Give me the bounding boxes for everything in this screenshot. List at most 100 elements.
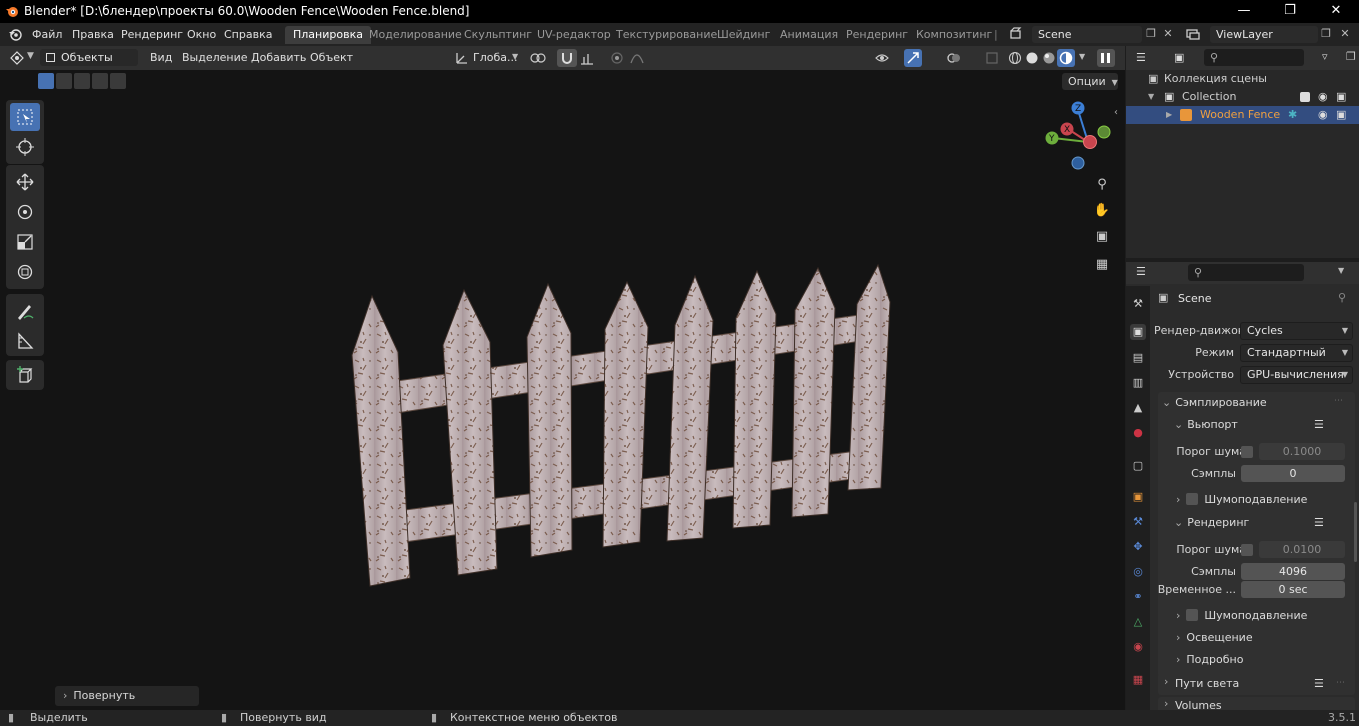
new-view-layer-icon[interactable]: ❐: [1318, 26, 1334, 42]
pause-render-button[interactable]: [1097, 49, 1115, 67]
view-layer-field[interactable]: ViewLayer: [1210, 26, 1318, 43]
xray-icon[interactable]: [985, 51, 999, 65]
tab-sculpting[interactable]: Скульптинг: [456, 26, 540, 44]
proportional-edit-icon[interactable]: [610, 51, 624, 65]
outliner-row-scene-collection[interactable]: ▣ Коллекция сцены: [1126, 70, 1359, 88]
render-samples-field[interactable]: 4096: [1241, 563, 1345, 580]
add-cube-tool[interactable]: [10, 361, 40, 389]
tab-modeling[interactable]: Моделирование: [361, 26, 470, 44]
axis-neg-y-icon[interactable]: [1097, 125, 1111, 139]
maximize-button[interactable]: ❐: [1279, 2, 1301, 20]
outliner-search-input[interactable]: ⚲: [1204, 49, 1304, 66]
3d-viewport[interactable]: Z Y X ⚲ ✋ ▣ ▦ ‹: [0, 70, 1125, 710]
mode-dropdown[interactable]: Объекты: [40, 49, 138, 66]
falloff-icon[interactable]: [630, 51, 644, 65]
render-subpanel-header[interactable]: ⌄ Рендеринг: [1174, 513, 1249, 533]
material-tab-icon[interactable]: ◉: [1130, 639, 1146, 655]
data-tab-icon[interactable]: △: [1130, 614, 1146, 630]
select-subtract-icon[interactable]: [74, 73, 90, 89]
gizmo-toggle[interactable]: [904, 49, 922, 67]
view-layer-icon[interactable]: [1186, 27, 1200, 41]
drag-handle-icon[interactable]: ⋯: [1334, 396, 1343, 406]
select-intersect-icon[interactable]: [110, 73, 126, 89]
move-tool[interactable]: [10, 168, 40, 196]
exclude-checkbox[interactable]: [1300, 92, 1310, 102]
transform-orientation-icon[interactable]: [455, 51, 469, 65]
pan-hand-icon[interactable]: ✋: [1091, 200, 1113, 222]
menu-file[interactable]: Файл: [32, 28, 62, 41]
select-invert-icon[interactable]: [92, 73, 108, 89]
menu-add[interactable]: Добавить: [251, 51, 306, 64]
chevron-down-icon[interactable]: ▼: [1338, 266, 1344, 275]
properties-search-input[interactable]: ⚲: [1188, 264, 1304, 281]
menu-view[interactable]: Вид: [150, 51, 172, 64]
tab-texture-paint[interactable]: Текстурирование: [608, 26, 725, 44]
eye-icon[interactable]: ◉: [1318, 106, 1328, 124]
minimize-button[interactable]: —: [1233, 2, 1255, 20]
select-extend-icon[interactable]: [56, 73, 72, 89]
shading-rendered-toggle[interactable]: [1057, 49, 1075, 67]
cursor-tool[interactable]: [10, 133, 40, 161]
pin-icon[interactable]: ⚲: [1338, 291, 1346, 304]
properties-editor-icon[interactable]: ☰: [1136, 265, 1146, 278]
tool-tab-icon[interactable]: ⚒: [1130, 296, 1146, 312]
world-tab-icon[interactable]: ●: [1130, 425, 1146, 441]
advanced-subpanel-header[interactable]: › Подробно: [1176, 650, 1243, 670]
display-mode-icon[interactable]: ▣: [1174, 51, 1184, 64]
delete-view-layer-icon[interactable]: ✕: [1337, 26, 1353, 42]
viewport-adaptive-checkbox[interactable]: [1241, 446, 1253, 458]
zoom-icon[interactable]: ⚲: [1091, 174, 1113, 196]
device-dropdown[interactable]: GPU-вычисления ▼: [1240, 366, 1353, 384]
outliner-row-collection[interactable]: ▼ ▣ Collection ◉ ▣: [1126, 88, 1359, 106]
constraints-tab-icon[interactable]: ⚭: [1130, 589, 1146, 605]
snap-toggle[interactable]: [557, 49, 577, 67]
tab-rendering[interactable]: Рендеринг: [838, 26, 916, 44]
modifier-tab-icon[interactable]: ⚒: [1130, 514, 1146, 530]
presets-list-icon[interactable]: ☰: [1314, 677, 1324, 690]
scale-tool[interactable]: [10, 228, 40, 256]
sidebar-toggle-chevron-icon[interactable]: ‹: [1114, 107, 1118, 118]
axis-neg-x-icon[interactable]: [1083, 135, 1097, 149]
scene-icon[interactable]: [1009, 27, 1023, 41]
filter-icon[interactable]: ▿: [1322, 50, 1328, 63]
render-engine-dropdown[interactable]: Cycles ▼: [1240, 322, 1353, 340]
render-noise-threshold-field[interactable]: 0.0100: [1259, 541, 1345, 558]
snap-target-icon[interactable]: [580, 51, 594, 65]
shading-wireframe-icon[interactable]: [1008, 51, 1022, 65]
sampling-header[interactable]: ⌄ Сэмплирование: [1162, 393, 1267, 413]
transform-tool[interactable]: [10, 258, 40, 286]
tab-uv-editing[interactable]: UV-редактор: [529, 26, 619, 44]
eye-icon[interactable]: ◉: [1318, 88, 1328, 106]
menu-render[interactable]: Рендеринг: [121, 28, 183, 41]
mode-dropdown[interactable]: Стандартный ▼: [1240, 344, 1353, 362]
menu-window[interactable]: Окно: [187, 28, 216, 41]
visibility-selector-icon[interactable]: [875, 51, 889, 65]
volumes-panel[interactable]: › Volumes: [1158, 697, 1355, 710]
menu-select[interactable]: Выделение: [182, 51, 248, 64]
editor-type-icon[interactable]: [10, 51, 24, 65]
properties-scrollbar[interactable]: [1354, 502, 1357, 562]
close-window-button[interactable]: ✕: [1325, 2, 1347, 20]
viewport-denoise-header[interactable]: › Шумоподавление: [1176, 490, 1307, 510]
menu-edit[interactable]: Правка: [72, 28, 114, 41]
outliner-row-wooden-fence[interactable]: ▶ Wooden Fence ✱ ◉ ▣: [1126, 106, 1359, 124]
shading-solid-icon[interactable]: [1025, 51, 1039, 65]
camera-icon[interactable]: ▣: [1336, 88, 1346, 106]
pivot-point-icon[interactable]: [530, 51, 546, 65]
output-tab-icon[interactable]: ▤: [1130, 350, 1146, 366]
scene-tab-icon[interactable]: ▲: [1130, 400, 1146, 416]
camera-icon[interactable]: ▣: [1336, 106, 1346, 124]
menu-help[interactable]: Справка: [224, 28, 272, 41]
viewport-denoise-checkbox[interactable]: [1186, 493, 1199, 505]
collection-tab-icon[interactable]: ▢: [1130, 458, 1146, 474]
viewport-noise-threshold-field[interactable]: 0.1000: [1259, 443, 1345, 460]
expand-chevron-icon[interactable]: ▶: [1166, 106, 1172, 124]
chevron-down-icon[interactable]: ▼: [1079, 52, 1085, 61]
view-layer-tab-icon[interactable]: ▥: [1130, 375, 1146, 391]
presets-list-icon[interactable]: ☰: [1314, 418, 1324, 431]
outliner-editor-icon[interactable]: ☰: [1136, 51, 1146, 64]
time-limit-field[interactable]: 0 sec: [1241, 581, 1345, 598]
annotate-tool[interactable]: [10, 297, 40, 325]
navigation-gizmo[interactable]: Z Y X: [1040, 98, 1120, 178]
new-scene-icon[interactable]: ❐: [1143, 26, 1159, 42]
